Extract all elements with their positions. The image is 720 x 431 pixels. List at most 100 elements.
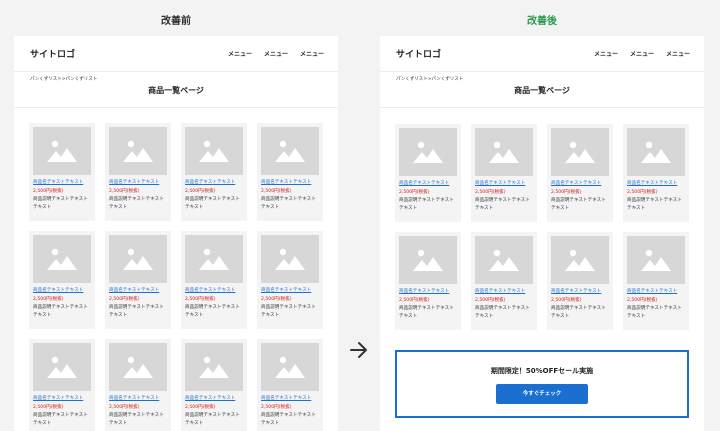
image-placeholder-icon[interactable] bbox=[475, 236, 533, 284]
product-card[interactable]: 商品名テキストテキスト 2,500円(税抜) 商品説明テキストテキストテキスト bbox=[181, 123, 247, 221]
sale-title: 期間限定！50%OFFセール実施 bbox=[490, 367, 594, 375]
image-placeholder-icon[interactable] bbox=[261, 127, 319, 175]
product-name-link[interactable]: 商品名テキストテキスト bbox=[185, 395, 243, 403]
product-name-link[interactable]: 商品名テキストテキスト bbox=[33, 395, 91, 403]
image-placeholder-icon[interactable] bbox=[261, 235, 319, 283]
product-card[interactable]: 商品名テキストテキスト 2,500円(税抜) 商品説明テキストテキストテキスト bbox=[105, 123, 171, 221]
image-placeholder-icon[interactable] bbox=[33, 127, 91, 175]
image-placeholder-icon[interactable] bbox=[109, 343, 167, 391]
product-name-link[interactable]: 商品名テキストテキスト bbox=[475, 288, 533, 296]
nav-item[interactable]: メニュー bbox=[228, 49, 252, 58]
breadcrumb[interactable]: パンくずリスト>パンくずリスト bbox=[14, 72, 338, 82]
product-card[interactable]: 商品名テキストテキスト 2,500円(税抜) 商品説明テキストテキストテキスト bbox=[623, 232, 689, 330]
product-card[interactable]: 商品名テキストテキスト 2,500円(税抜) 商品説明テキストテキストテキスト bbox=[395, 232, 461, 330]
product-price: 2,500円(税抜) bbox=[261, 297, 292, 302]
image-placeholder-icon[interactable] bbox=[185, 127, 243, 175]
image-placeholder-icon[interactable] bbox=[399, 128, 457, 176]
check-now-button[interactable]: 今すぐチェック bbox=[496, 384, 588, 404]
product-card[interactable]: 商品名テキストテキスト 2,500円(税抜) 商品説明テキストテキストテキスト bbox=[181, 339, 247, 431]
product-description: 商品説明テキストテキストテキスト bbox=[185, 197, 240, 210]
product-price: 2,500円(税抜) bbox=[399, 298, 430, 303]
product-description: 商品説明テキストテキストテキスト bbox=[399, 306, 454, 319]
after-label: 改善後 bbox=[527, 16, 557, 27]
site-logo[interactable]: サイトロゴ bbox=[396, 47, 441, 60]
nav-item[interactable]: メニュー bbox=[594, 49, 618, 58]
product-card[interactable]: 商品名テキストテキスト 2,500円(税抜) 商品説明テキストテキストテキスト bbox=[29, 123, 95, 221]
title-divider bbox=[14, 100, 338, 108]
nav-item[interactable]: メニュー bbox=[630, 49, 654, 58]
product-card[interactable]: 商品名テキストテキスト 2,500円(税抜) 商品説明テキストテキストテキスト bbox=[105, 231, 171, 329]
product-card[interactable]: 商品名テキストテキスト 2,500円(税抜) 商品説明テキストテキストテキスト bbox=[395, 124, 461, 222]
product-price: 2,500円(税抜) bbox=[551, 298, 582, 303]
image-placeholder-icon[interactable] bbox=[33, 235, 91, 283]
product-card[interactable]: 商品名テキストテキスト 2,500円(税抜) 商品説明テキストテキストテキスト bbox=[105, 339, 171, 431]
product-card[interactable]: 商品名テキストテキスト 2,500円(税抜) 商品説明テキストテキストテキスト bbox=[29, 339, 95, 431]
product-name-link[interactable]: 商品名テキストテキスト bbox=[33, 287, 91, 295]
image-placeholder-icon[interactable] bbox=[627, 236, 685, 284]
nav-item[interactable]: メニュー bbox=[264, 49, 288, 58]
product-description: 商品説明テキストテキストテキスト bbox=[109, 305, 164, 318]
arrow-right-icon bbox=[350, 342, 367, 358]
nav-item[interactable]: メニュー bbox=[300, 49, 324, 58]
before-panel: サイトロゴ メニュー メニュー メニュー パンくずリスト>パンくずリスト 商品一… bbox=[14, 36, 338, 431]
image-placeholder-icon[interactable] bbox=[33, 343, 91, 391]
after-panel: サイトロゴ メニュー メニュー メニュー パンくずリスト>パンくずリスト 商品一… bbox=[380, 36, 704, 431]
product-description: 商品説明テキストテキストテキスト bbox=[33, 305, 88, 318]
product-name-link[interactable]: 商品名テキストテキスト bbox=[627, 180, 685, 188]
product-price: 2,500円(税抜) bbox=[33, 405, 64, 410]
comparison-stage: 改善前 改善後 サイトロゴ メニュー メニュー メニュー パンくずリスト>パンく… bbox=[0, 0, 720, 431]
product-name-link[interactable]: 商品名テキストテキスト bbox=[261, 287, 319, 295]
product-name-link[interactable]: 商品名テキストテキスト bbox=[261, 395, 319, 403]
product-name-link[interactable]: 商品名テキストテキスト bbox=[33, 179, 91, 187]
product-name-link[interactable]: 商品名テキストテキスト bbox=[627, 288, 685, 296]
product-card[interactable]: 商品名テキストテキスト 2,500円(税抜) 商品説明テキストテキストテキスト bbox=[471, 232, 537, 330]
product-card[interactable]: 商品名テキストテキスト 2,500円(税抜) 商品説明テキストテキストテキスト bbox=[547, 232, 613, 330]
product-card[interactable]: 商品名テキストテキスト 2,500円(税抜) 商品説明テキストテキストテキスト bbox=[257, 123, 323, 221]
image-placeholder-icon[interactable] bbox=[185, 343, 243, 391]
site-logo[interactable]: サイトロゴ bbox=[30, 47, 75, 60]
image-placeholder-icon[interactable] bbox=[627, 128, 685, 176]
product-description: 商品説明テキストテキストテキスト bbox=[627, 198, 682, 211]
product-name-link[interactable]: 商品名テキストテキスト bbox=[185, 179, 243, 187]
sale-banner: 期間限定！50%OFFセール実施 今すぐチェック bbox=[395, 350, 689, 418]
image-placeholder-icon[interactable] bbox=[551, 236, 609, 284]
product-card[interactable]: 商品名テキストテキスト 2,500円(税抜) 商品説明テキストテキストテキスト bbox=[471, 124, 537, 222]
product-price: 2,500円(税抜) bbox=[399, 190, 430, 195]
product-card[interactable]: 商品名テキストテキスト 2,500円(税抜) 商品説明テキストテキストテキスト bbox=[623, 124, 689, 222]
image-placeholder-icon[interactable] bbox=[109, 235, 167, 283]
product-card[interactable]: 商品名テキストテキスト 2,500円(税抜) 商品説明テキストテキストテキスト bbox=[257, 339, 323, 431]
product-card[interactable]: 商品名テキストテキスト 2,500円(税抜) 商品説明テキストテキストテキスト bbox=[29, 231, 95, 329]
image-placeholder-icon[interactable] bbox=[185, 235, 243, 283]
product-name-link[interactable]: 商品名テキストテキスト bbox=[475, 180, 533, 188]
image-placeholder-icon[interactable] bbox=[551, 128, 609, 176]
product-card[interactable]: 商品名テキストテキスト 2,500円(税抜) 商品説明テキストテキストテキスト bbox=[547, 124, 613, 222]
image-placeholder-icon[interactable] bbox=[399, 236, 457, 284]
product-name-link[interactable]: 商品名テキストテキスト bbox=[399, 180, 457, 188]
product-name-link[interactable]: 商品名テキストテキスト bbox=[551, 288, 609, 296]
image-placeholder-icon[interactable] bbox=[261, 343, 319, 391]
product-name-link[interactable]: 商品名テキストテキスト bbox=[551, 180, 609, 188]
product-name-link[interactable]: 商品名テキストテキスト bbox=[109, 287, 167, 295]
product-name-link[interactable]: 商品名テキストテキスト bbox=[399, 288, 457, 296]
product-grid: 商品名テキストテキスト 2,500円(税抜) 商品説明テキストテキストテキスト 商品名… bbox=[380, 108, 704, 330]
nav-item[interactable]: メニュー bbox=[666, 49, 690, 58]
product-card[interactable]: 商品名テキストテキスト 2,500円(税抜) 商品説明テキストテキストテキスト bbox=[257, 231, 323, 329]
product-description: 商品説明テキストテキストテキスト bbox=[261, 305, 316, 318]
product-description: 商品説明テキストテキストテキスト bbox=[185, 413, 240, 426]
breadcrumb[interactable]: パンくずリスト>パンくずリスト bbox=[380, 72, 704, 82]
product-price: 2,500円(税抜) bbox=[185, 189, 216, 194]
product-description: 商品説明テキストテキストテキスト bbox=[261, 413, 316, 426]
image-placeholder-icon[interactable] bbox=[475, 128, 533, 176]
product-name-link[interactable]: 商品名テキストテキスト bbox=[109, 395, 167, 403]
nav-menu: メニュー メニュー メニュー bbox=[594, 49, 690, 58]
product-name-link[interactable]: 商品名テキストテキスト bbox=[261, 179, 319, 187]
product-name-link[interactable]: 商品名テキストテキスト bbox=[109, 179, 167, 187]
product-description: 商品説明テキストテキストテキスト bbox=[627, 306, 682, 319]
image-placeholder-icon[interactable] bbox=[109, 127, 167, 175]
product-price: 2,500円(税抜) bbox=[627, 190, 658, 195]
product-description: 商品説明テキストテキストテキスト bbox=[261, 197, 316, 210]
product-name-link[interactable]: 商品名テキストテキスト bbox=[185, 287, 243, 295]
product-price: 2,500円(税抜) bbox=[185, 405, 216, 410]
product-price: 2,500円(税抜) bbox=[109, 297, 140, 302]
product-card[interactable]: 商品名テキストテキスト 2,500円(税抜) 商品説明テキストテキストテキスト bbox=[181, 231, 247, 329]
